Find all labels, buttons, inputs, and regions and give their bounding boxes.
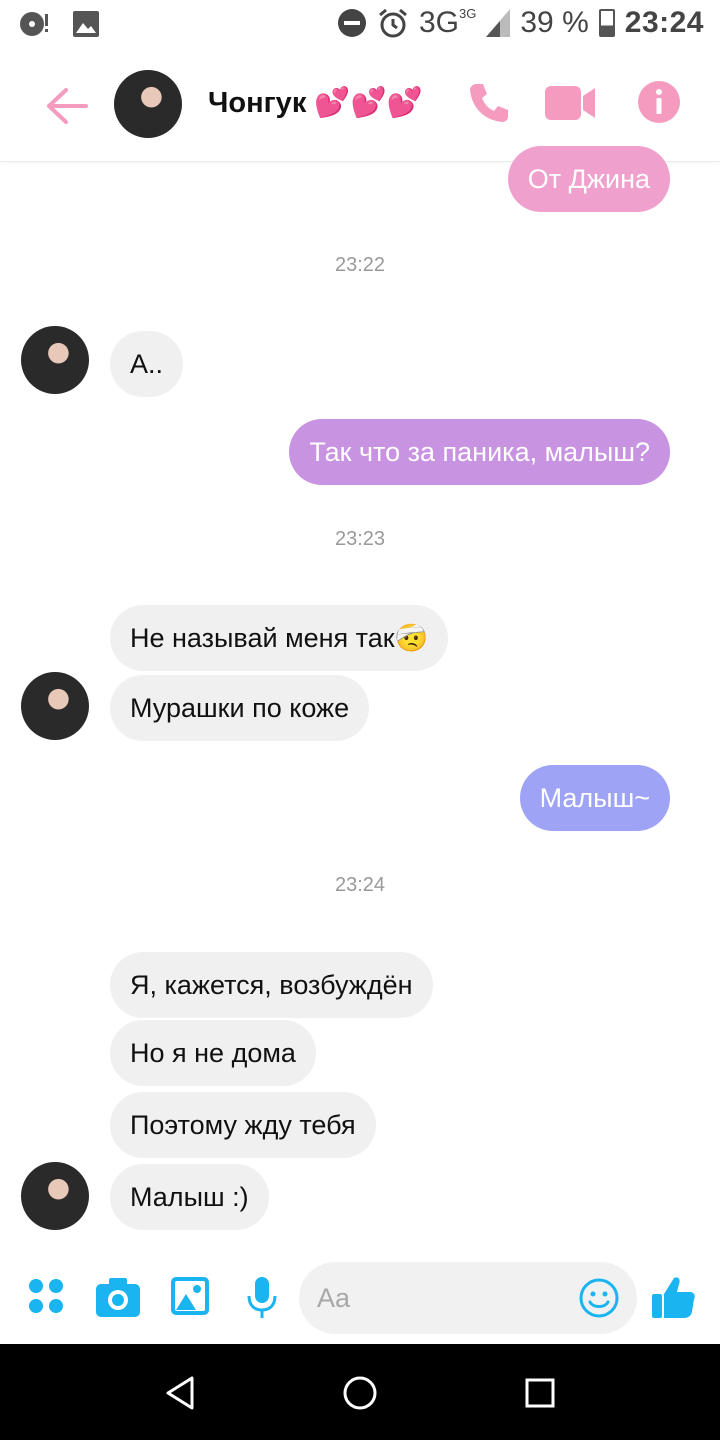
message-bubble-incoming[interactable]: Не называй меня так🤕 <box>110 605 449 671</box>
info-icon[interactable] <box>637 80 681 124</box>
battery-icon <box>598 9 615 37</box>
message-bubble-outgoing[interactable]: Малыш~ <box>519 765 670 831</box>
message-bubble-incoming[interactable]: А.. <box>110 331 184 397</box>
phone-icon[interactable] <box>466 80 512 126</box>
network-type-small: 3G <box>459 5 477 21</box>
message-timestamp: 23:24 <box>334 874 386 896</box>
message-input-box <box>299 1262 637 1334</box>
status-bar: 3G 3G 39 % 23:24 <box>0 0 720 50</box>
network-type: 3G <box>419 6 460 39</box>
system-navigation-bar <box>0 1344 720 1440</box>
gallery-notification-icon <box>73 11 99 37</box>
contact-name[interactable]: Чонгук 💕💕💕 <box>208 86 423 120</box>
four-dots-icon[interactable] <box>28 1278 64 1314</box>
arrow-left-icon[interactable] <box>44 86 90 126</box>
contact-avatar[interactable] <box>114 70 182 138</box>
video-camera-icon[interactable] <box>543 80 597 126</box>
message-composer <box>0 1254 720 1344</box>
message-bubble-outgoing[interactable]: Так что за паника, малыш? <box>289 419 670 485</box>
recents-square-icon[interactable] <box>521 1374 559 1412</box>
message-bubble-incoming[interactable]: Поэтому жду тебя <box>110 1092 376 1158</box>
message-bubble-incoming[interactable]: Я, кажется, возбуждён <box>110 952 433 1018</box>
signal-icon <box>486 9 511 37</box>
sender-avatar[interactable] <box>21 326 89 394</box>
message-bubble-incoming[interactable]: Мурашки по коже <box>110 675 370 741</box>
do-not-disturb-icon <box>338 9 366 37</box>
status-time: 23:24 <box>624 6 704 39</box>
back-triangle-icon[interactable] <box>162 1374 200 1412</box>
sender-avatar[interactable] <box>21 1162 89 1230</box>
message-bubble-outgoing[interactable]: От Джина <box>507 146 670 212</box>
alarm-icon <box>379 8 407 38</box>
battery-percent: 39 % <box>520 6 589 39</box>
message-timestamp: 23:22 <box>334 254 386 276</box>
thumbs-up-icon[interactable] <box>650 1274 696 1320</box>
microphone-icon[interactable] <box>245 1276 279 1320</box>
message-timestamp: 23:23 <box>334 528 386 550</box>
message-input[interactable] <box>317 1262 567 1334</box>
home-circle-icon[interactable] <box>341 1374 379 1412</box>
message-bubble-incoming[interactable]: Малыш :) <box>110 1164 269 1230</box>
sender-avatar[interactable] <box>21 672 89 740</box>
smiley-icon[interactable] <box>579 1278 619 1318</box>
disc-notification-icon <box>20 12 48 36</box>
image-icon[interactable] <box>170 1276 210 1316</box>
message-bubble-incoming[interactable]: Но я не дома <box>110 1020 316 1086</box>
camera-icon[interactable] <box>95 1276 141 1318</box>
